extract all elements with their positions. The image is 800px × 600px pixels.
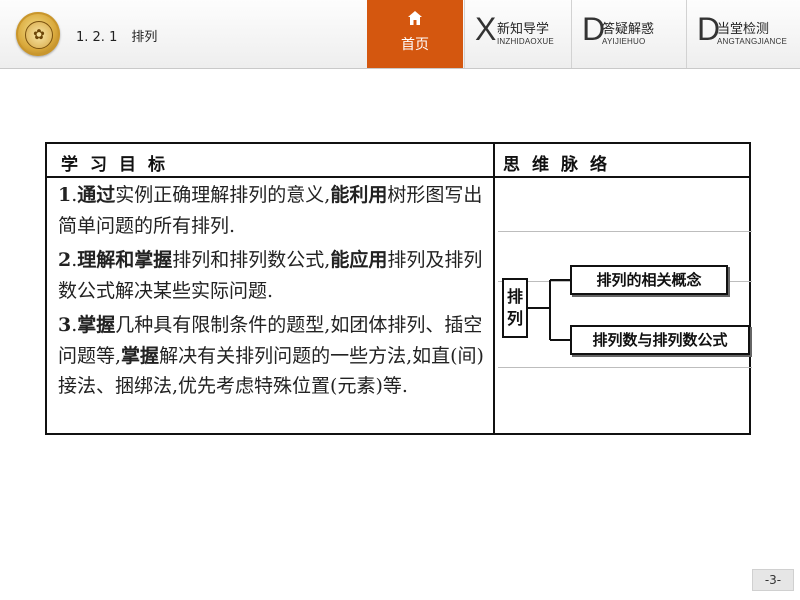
objective-keyword: 通过 xyxy=(77,184,116,206)
objectives-table: 学习目标 思维脉络 1.通过实例正确理解排列的意义,能利用树形图写出简单问题的所… xyxy=(45,142,752,435)
breadcrumb: 1. 2. 1 排列 xyxy=(76,26,157,45)
diagram-connectors xyxy=(528,279,570,341)
objective-text: 排列和排列数公式, xyxy=(172,249,331,271)
objective-number: 3 xyxy=(58,314,72,336)
tab-new-knowledge[interactable]: X 新知导学 INZHIDAOXUE xyxy=(464,0,571,68)
objective-keyword: 理解和掌握 xyxy=(77,249,173,271)
diagram-branch-formula: 排列数与排列数公式 xyxy=(570,325,750,355)
header-bar: ✿ 1. 2. 1 排列 首页 X 新知导学 INZHIDAOXUE D 答疑解惑… xyxy=(0,0,800,69)
home-button[interactable]: 首页 xyxy=(367,0,463,68)
objectives-list: 1.通过实例正确理解排列的意义,能利用树形图写出简单问题的所有排列. 2.理解和掌… xyxy=(58,180,486,406)
tab-pinyin: AYIJIEHUO xyxy=(602,37,646,46)
tab-qa[interactable]: D 答疑解惑 AYIJIEHUO xyxy=(571,0,686,68)
objective-keyword: 能应用 xyxy=(330,249,388,271)
objective-keyword: 掌握 xyxy=(121,344,160,367)
section-number: 1. 2. 1 xyxy=(76,30,118,45)
tab-pinyin: INZHIDAOXUE xyxy=(497,37,554,46)
objective-number: 2 xyxy=(58,249,72,271)
home-icon xyxy=(408,11,422,25)
objective-text: 实例正确理解排列的意义, xyxy=(115,184,331,206)
column-divider xyxy=(493,144,495,433)
page-number: -3- xyxy=(752,569,794,591)
diagram-branch-concepts: 排列的相关概念 xyxy=(570,265,728,295)
table-header: 学习目标 思维脉络 xyxy=(47,144,749,178)
section-title: 排列 xyxy=(131,30,158,45)
tab-label: 答疑解惑 xyxy=(602,22,655,37)
tab-label: 当堂检测 xyxy=(717,22,770,37)
objective-item: 1.通过实例正确理解排列的意义,能利用树形图写出简单问题的所有排列. xyxy=(58,180,486,241)
diagram-root-node: 排列 xyxy=(502,278,528,338)
mind-map-header: 思维脉络 xyxy=(503,155,619,175)
objective-item: 3.掌握几种具有限制条件的题型,如团体排列、插空问题等,掌握解决有关排列问题的一… xyxy=(58,310,486,402)
school-logo-icon: ✿ xyxy=(16,12,60,56)
tab-class-test[interactable]: D 当堂检测 ANGTANGJIANCE xyxy=(686,0,800,68)
tab-letter: X xyxy=(475,11,497,47)
tab-label: 新知导学 xyxy=(497,22,550,37)
objective-keyword: 掌握 xyxy=(77,314,116,336)
objective-number: 1 xyxy=(58,184,72,206)
tab-pinyin: ANGTANGJIANCE xyxy=(717,37,788,46)
objectives-header: 学习目标 xyxy=(61,155,177,175)
objective-item: 2.理解和掌握排列和排列数公式,能应用排列及排列数公式解决某些实际问题. xyxy=(58,245,486,306)
home-label: 首页 xyxy=(401,37,429,53)
objective-keyword: 能利用 xyxy=(330,184,388,206)
concept-diagram: 排列 排列的相关概念 排列数与排列数公式 xyxy=(498,182,752,432)
